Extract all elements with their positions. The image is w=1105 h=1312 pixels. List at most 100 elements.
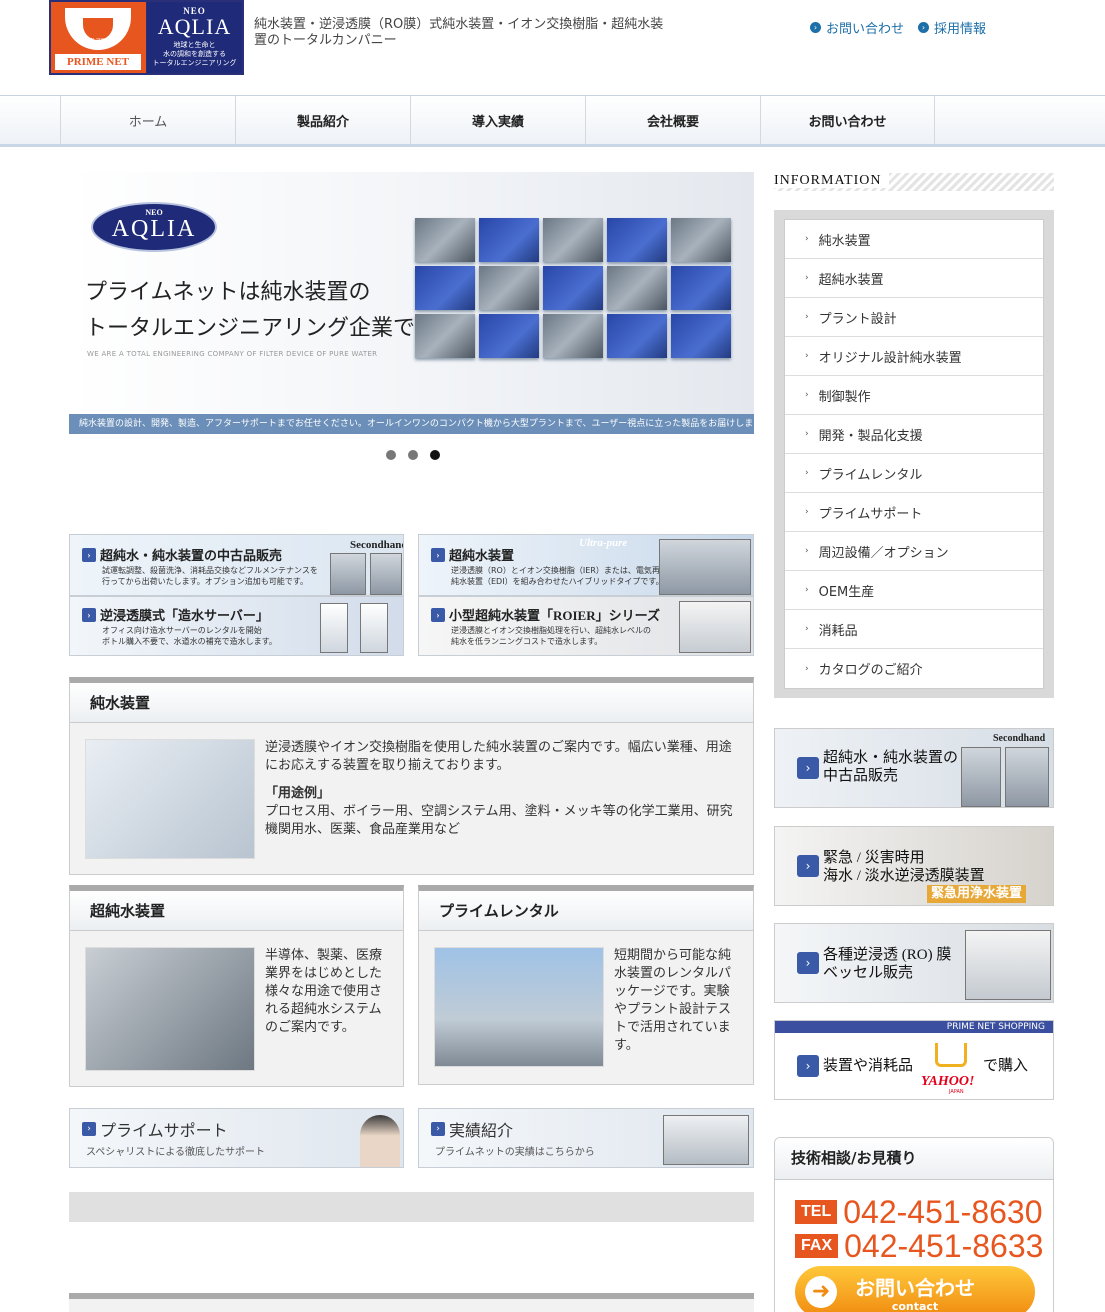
side-banner-ro-vessel[interactable]: › 各種逆浸透 (RO) 膜ベッセル販売 bbox=[774, 923, 1054, 1003]
info-menu-item[interactable]: › OEM生産 bbox=[785, 571, 1043, 610]
banner-ultrapure[interactable]: › 超純水装置 逆浸透膜（RO）とイオン交換樹脂（IER）または、電気再生式 純水装… bbox=[418, 534, 754, 596]
info-menu-item[interactable]: › プライムレンタル bbox=[785, 454, 1043, 493]
info-menu-item[interactable]: › 超純水装置 bbox=[785, 259, 1043, 298]
pure-water-desc: 逆浸透膜やイオン交換樹脂を使用した純水装置のご案内です。幅広い業種、用途にお応え… bbox=[265, 740, 732, 773]
logo-tagline: 地球と生命と 水の調和を創造する トータルエンジニアリング bbox=[152, 41, 237, 67]
info-menu-item[interactable]: › オリジナル設計純水装置 bbox=[785, 337, 1043, 376]
chevron-right-icon: › bbox=[805, 429, 809, 439]
contact-button[interactable]: ➜ お問い合わせ contact bbox=[795, 1266, 1035, 1312]
arrow-square-icon: › bbox=[797, 757, 819, 779]
arrow-square-icon: › bbox=[431, 547, 445, 562]
arrow-square-icon: › bbox=[82, 607, 96, 622]
machine-image bbox=[659, 539, 751, 595]
arrow-square-icon: › bbox=[797, 1055, 819, 1077]
arrow-square-icon: › bbox=[797, 952, 819, 974]
site-logo[interactable]: SINCE 2000 PRIME NET NEO AQLIA 地球と生命と 水の… bbox=[49, 0, 244, 75]
nav-contact[interactable]: お問い合わせ bbox=[760, 96, 935, 144]
support-operator-image bbox=[360, 1115, 400, 1167]
ultrapure-title[interactable]: 超純水装置 bbox=[70, 891, 403, 931]
banner-secondhand[interactable]: › 超純水・純水装置の中古品販売 試運転調整、殺菌洗浄、消耗品交換などフルメンテナ… bbox=[69, 534, 404, 596]
nav-results[interactable]: 導入実績 bbox=[410, 96, 585, 144]
banner-roier[interactable]: › 小型超純水装置「ROIER」シリーズ 逆浸透膜とイオン交換樹脂処理を行い、超純… bbox=[418, 596, 754, 656]
banner-results[interactable]: › 実績紹介 プライムネットの実績はこちらから bbox=[418, 1108, 754, 1168]
info-menu-item[interactable]: › プライムサポート bbox=[785, 493, 1043, 532]
shopping-cart-icon bbox=[935, 1043, 967, 1067]
tech-consult-title: 技術相談/お見積り bbox=[775, 1138, 1053, 1180]
slider-headline: プライムネットは純水装置の トータルエンジニアリング企業です bbox=[85, 279, 438, 340]
chevron-right-icon: › bbox=[805, 507, 809, 517]
arrow-square-icon: › bbox=[82, 547, 96, 562]
chevron-right-icon: › bbox=[805, 546, 809, 556]
header-links: › お問い合わせ › 採用情報 bbox=[810, 18, 986, 37]
slider-subtitle: WE ARE A TOTAL ENGINEERING COMPANY OF FI… bbox=[87, 350, 378, 358]
slider-dots bbox=[386, 450, 440, 460]
arrow-square-icon: › bbox=[797, 855, 819, 877]
logo-aqlia: NEO AQLIA 地球と生命と 水の調和を創造する トータルエンジニアリング bbox=[147, 2, 242, 73]
machine-image bbox=[1005, 747, 1049, 807]
nav-company[interactable]: 会社概要 bbox=[585, 96, 760, 144]
results-machine-image bbox=[663, 1115, 749, 1165]
info-menu-item[interactable]: › カタログのご紹介 bbox=[785, 649, 1043, 688]
logo-aqlia-text: AQLIA bbox=[157, 14, 232, 39]
pure-water-title[interactable]: 純水装置 bbox=[70, 683, 753, 723]
tech-consult-box: 技術相談/お見積り TEL 042-451-8630 FAX 042-451-863… bbox=[774, 1137, 1054, 1312]
slider-aqlia-logo: NEO AQLIA bbox=[91, 202, 217, 252]
side-banner-secondhand[interactable]: › 超純水・純水装置の 中古品販売 Secondhand bbox=[774, 728, 1054, 808]
slider-dot[interactable] bbox=[386, 450, 396, 460]
logo-name: PRIME NET bbox=[55, 54, 141, 70]
rental-image[interactable] bbox=[434, 947, 604, 1067]
fax-number: 042-451-8633 bbox=[844, 1228, 1044, 1264]
side-banner-shopping[interactable]: PRIME NET SHOPPING › 装置や消耗品 YAHOO! JAPAN… bbox=[774, 1020, 1054, 1100]
information-heading: INFORMATION bbox=[774, 173, 1054, 191]
pure-water-box: 純水装置 逆浸透膜やイオン交換樹脂を使用した純水装置のご案内です。幅広い業種、用… bbox=[69, 677, 754, 875]
info-menu-item[interactable]: › 純水装置 bbox=[785, 220, 1043, 259]
chevron-right-icon: › bbox=[805, 663, 809, 674]
info-menu: › 純水装置 › 超純水装置 › プラント設計 › オリジナル設計純水装置 › 制御製作 › 開発・製… bbox=[784, 219, 1044, 689]
ultrapure-desc: 半導体、製薬、医療業界をはじめとした様々な用途で使用される超純水システムのご案内… bbox=[265, 948, 383, 1035]
pure-water-image[interactable] bbox=[85, 739, 255, 859]
info-menu-item[interactable]: › プラント設計 bbox=[785, 298, 1043, 337]
main-nav: ホーム 製品紹介 導入実績 会社概要 お問い合わせ bbox=[0, 95, 1105, 147]
fax-line: FAX 042-451-8633 bbox=[795, 1230, 1043, 1262]
chevron-right-icon: › bbox=[805, 273, 809, 283]
logo-since: SINCE 2000 bbox=[77, 38, 108, 44]
chevron-right-icon: › bbox=[805, 351, 809, 361]
info-menu-wrap: › 純水装置 › 超純水装置 › プラント設計 › オリジナル設計純水装置 › 制御製作 › 開発・製… bbox=[774, 210, 1054, 698]
chevron-right-icon: › bbox=[805, 234, 809, 244]
slider-dot-active[interactable] bbox=[430, 450, 440, 460]
tel-number: 042-451-8630 bbox=[843, 1194, 1043, 1230]
usage-examples: プロセス用、ボイラー用、空調システム用、塗料・メッキ等の化学工業用、研究機関用水… bbox=[265, 804, 733, 837]
banner-prime-support[interactable]: › プライムサポート スペシャリストによる徹底したサポート bbox=[69, 1108, 404, 1168]
contact-link[interactable]: › お問い合わせ bbox=[810, 18, 904, 37]
rental-title[interactable]: プライムレンタル bbox=[419, 891, 753, 931]
machine-image bbox=[961, 747, 1001, 807]
side-banner-emergency[interactable]: › 緊急 / 災害時用 海水 / 淡水逆浸透膜装置 緊急用浄水装置 bbox=[774, 826, 1054, 906]
rental-desc: 短期間から可能な純水装置のレンタルパッケージです。実験やプラント設計テストで活用… bbox=[614, 948, 732, 1053]
ultrapure-box: 超純水装置 半導体、製薬、医療業界をはじめとした様々な用途で使用される超純水シス… bbox=[69, 885, 404, 1087]
info-menu-item[interactable]: › 開発・製品化支援 bbox=[785, 415, 1043, 454]
roier-image bbox=[679, 601, 751, 653]
water-server-image bbox=[360, 603, 388, 653]
info-menu-item[interactable]: › 周辺設備／オプション bbox=[785, 532, 1043, 571]
arrow-right-icon: ➜ bbox=[805, 1276, 837, 1308]
banner-water-server[interactable]: › 逆浸透膜式「造水サーバー」 オフィス向け造水サーバーのレンタルを開始 ボトル購入… bbox=[69, 596, 404, 656]
hero-slider[interactable]: NEO AQLIA プライムネットは純水装置の トータルエンジニアリング企業です… bbox=[69, 172, 754, 434]
usage-label: 「用途例」 bbox=[265, 786, 331, 801]
ultrapure-image[interactable] bbox=[85, 947, 255, 1071]
arrow-square-icon: › bbox=[431, 607, 445, 622]
recruit-link[interactable]: › 採用情報 bbox=[918, 18, 986, 37]
arrow-circle-icon: › bbox=[810, 22, 821, 33]
yahoo-logo: YAHOO! bbox=[921, 1074, 975, 1089]
slider-dot[interactable] bbox=[408, 450, 418, 460]
ro-membrane-image bbox=[965, 930, 1051, 1000]
info-menu-item[interactable]: › 消耗品 bbox=[785, 610, 1043, 649]
tel-line[interactable]: TEL 042-451-8630 bbox=[795, 1196, 1043, 1228]
info-menu-item[interactable]: › 制御製作 bbox=[785, 376, 1043, 415]
nav-home[interactable]: ホーム bbox=[60, 96, 235, 144]
slider-caption: 純水装置の設計、開発、製造、アフターサポートまでお任せください。オールインワンの… bbox=[69, 414, 754, 434]
site-tagline: 純水装置・逆浸透膜（RO膜）式純水装置・イオン交換樹脂・超純水装置のトータルカン… bbox=[254, 17, 664, 48]
arrow-square-icon: › bbox=[82, 1122, 96, 1136]
slider-image-grid bbox=[415, 218, 731, 358]
rental-box: プライムレンタル 短期間から可能な純水装置のレンタルパッケージです。実験やプラン… bbox=[418, 885, 754, 1085]
nav-products[interactable]: 製品紹介 bbox=[235, 96, 410, 144]
